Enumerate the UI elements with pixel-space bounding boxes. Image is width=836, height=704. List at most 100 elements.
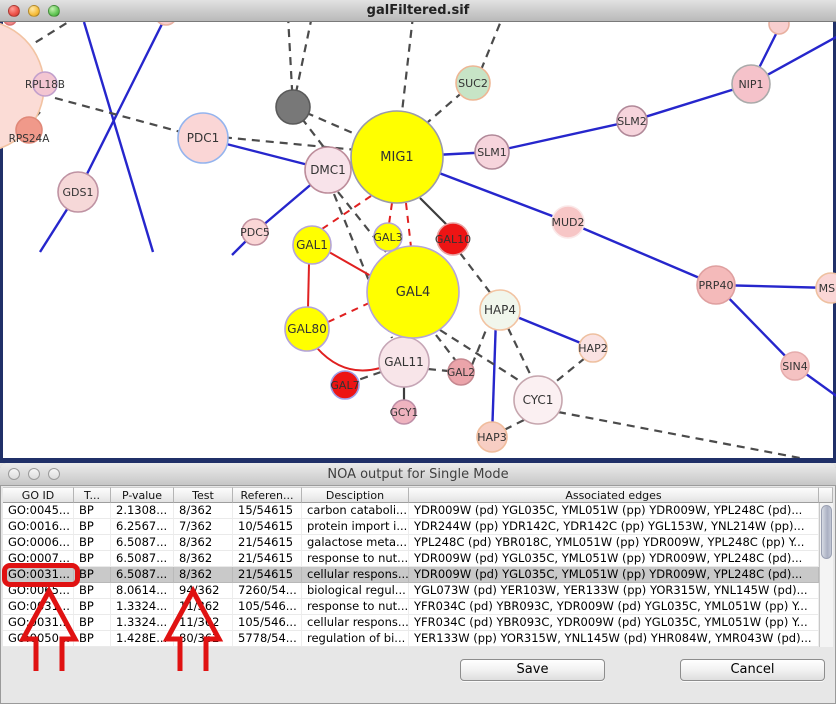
cell-t-: BP [74,615,111,631]
save-button[interactable]: Save [460,659,605,681]
cell-test: 80/362 [174,631,233,647]
node-label-SUC2: SUC2 [458,77,488,90]
table-body: GO:0045...BP2.1308...8/36215/54615carbon… [3,503,819,647]
node-label-HAP4: HAP4 [484,303,516,317]
node-label-SLM2: SLM2 [617,115,647,128]
cell-t-: BP [74,599,111,615]
cell-referen-: 10/54615 [233,519,302,535]
results-table: GO IDT...P-valueTestReferen...Desciption… [3,487,833,612]
table-row[interactable]: GO:0045...BP2.1308...8/36215/54615carbon… [3,503,819,519]
cell-referen-: 21/54615 [233,567,302,583]
cell-test: 8/362 [174,567,233,583]
cell-t-: BP [74,631,111,647]
cell-go-id: GO:0006... [3,535,74,551]
node-label-MSN: MSN [819,282,836,295]
node-label-GAL7: GAL7 [330,379,359,392]
annotation-highlight-box [2,563,80,587]
cell-referen-: 21/54615 [233,535,302,551]
table-row[interactable]: GO:0065...BP8.0614...94/3627260/54...bio… [3,583,819,599]
table-row[interactable]: GO:0031...BP1.3324...11/362105/546...res… [3,599,819,615]
column-header-test[interactable]: Test [174,487,233,503]
cell-p-value: 6.2567... [111,519,174,535]
cell-t-: BP [74,519,111,535]
cell-go-id: GO:0045... [3,503,74,519]
cell-desciption: cellular respons... [302,615,409,631]
noa-window-title: NOA output for Single Mode [0,467,836,482]
node-label-PDC5: PDC5 [240,226,270,239]
column-header-referen-[interactable]: Referen... [233,487,302,503]
cell-desciption: galactose meta... [302,535,409,551]
cell-p-value: 8.0614... [111,583,174,599]
cell-desciption: carbon cataboli... [302,503,409,519]
cell-p-value: 6.5087... [111,567,174,583]
noa-titlebar[interactable]: NOA output for Single Mode [0,463,836,486]
cell-p-value: 1.3324... [111,599,174,615]
cell-go-id: GO:0016... [3,519,74,535]
cell-referen-: 105/546... [233,615,302,631]
cell-associated-edges: YGL073W (pd) YER103W, YER133W (pp) YOR31… [409,583,819,599]
table-row[interactable]: GO:0031...BP6.5087...8/36221/54615cellul… [3,567,819,583]
node-label-GDS1: GDS1 [63,186,94,199]
cell-referen-: 5778/54... [233,631,302,647]
node-label-RPS24A: RPS24A [9,133,51,145]
vertical-scrollbar[interactable] [819,503,833,647]
column-header-p-value[interactable]: P-value [111,487,174,503]
cell-test: 8/362 [174,503,233,519]
table-row[interactable]: GO:0031...BP1.3324...11/362105/546...cel… [3,615,819,631]
node-label-GAL1: GAL1 [296,238,328,252]
column-header-desciption[interactable]: Desciption [302,487,409,503]
table-row[interactable]: GO:0006...BP6.5087...8/36221/54615galact… [3,535,819,551]
column-header-t-[interactable]: T... [74,487,111,503]
node-label-DMC1: DMC1 [310,163,346,177]
cell-p-value: 1.428E... [111,631,174,647]
node-label-RPL18B: RPL18B [25,79,65,91]
cell-associated-edges: YFR034C (pd) YBR093C, YDR009W (pd) YGL03… [409,615,819,631]
node-label-MIG1: MIG1 [380,150,413,165]
cell-referen-: 7260/54... [233,583,302,599]
node-label-SLM1: SLM1 [477,146,507,159]
cell-referen-: 21/54615 [233,551,302,567]
table-row[interactable]: GO:0007...BP6.5087...8/36221/54615respon… [3,551,819,567]
cell-associated-edges: YDR009W (pd) YGL035C, YML051W (pp) YDR00… [409,551,819,567]
node-label-GAL2: GAL2 [447,367,475,379]
node-top-cut-2[interactable] [769,22,789,34]
cell-associated-edges: YDR009W (pd) YGL035C, YML051W (pp) YDR00… [409,567,819,583]
cell-go-id: GO:0031... [3,615,74,631]
node-label-CYC1: CYC1 [523,393,554,407]
cell-desciption: response to nut... [302,599,409,615]
table-row[interactable]: GO:0016...BP6.2567...7/36210/54615protei… [3,519,819,535]
cell-desciption: cellular respons... [302,567,409,583]
cell-associated-edges: YFR034C (pd) YBR093C, YDR009W (pd) YGL03… [409,599,819,615]
cell-test: 11/362 [174,615,233,631]
column-header-go-id[interactable]: GO ID [3,487,74,503]
node-label-GCY1: GCY1 [390,407,418,419]
cancel-button[interactable]: Cancel [680,659,825,681]
table-header-row: GO IDT...P-valueTestReferen...Desciption… [3,487,833,503]
column-header-associated-edges[interactable]: Associated edges [409,487,819,503]
network-canvas[interactable]: RPL18BRPS24AGDS1PDC1PDC5DMC1MIG1SUC2SLM1… [0,22,836,458]
network-window-title: galFiltered.sif [0,3,836,18]
column-header-stub [819,487,833,503]
cell-t-: BP [74,583,111,599]
table-row[interactable]: GO:0050...BP1.428E...80/3625778/54...reg… [3,631,819,647]
cell-referen-: 15/54615 [233,503,302,519]
network-titlebar[interactable]: galFiltered.sif [0,0,836,22]
node-gray-node[interactable] [276,90,310,124]
scrollbar-thumb[interactable] [821,505,832,559]
node-label-GAL10: GAL10 [435,233,471,246]
cell-referen-: 105/546... [233,599,302,615]
node-label-GAL3: GAL3 [373,231,402,244]
edge-red [308,264,309,308]
cell-test: 94/362 [174,583,233,599]
cell-p-value: 6.5087... [111,535,174,551]
network-window: galFiltered.sif RPL18BRPS24AGDS1PDC1PDC5… [0,0,836,463]
node-label-SIN4: SIN4 [782,360,807,373]
cell-t-: BP [74,535,111,551]
node-label-HAP2: HAP2 [578,342,607,355]
cell-associated-edges: YER133W (pp) YOR315W, YNL145W (pd) YHR08… [409,631,819,647]
node-label-HAP3: HAP3 [477,431,506,444]
node-label-NIP1: NIP1 [738,78,763,91]
cell-test: 8/362 [174,535,233,551]
cell-associated-edges: YPL248C (pd) YBR018C, YML051W (pp) YDR00… [409,535,819,551]
canvas-background [3,22,833,458]
